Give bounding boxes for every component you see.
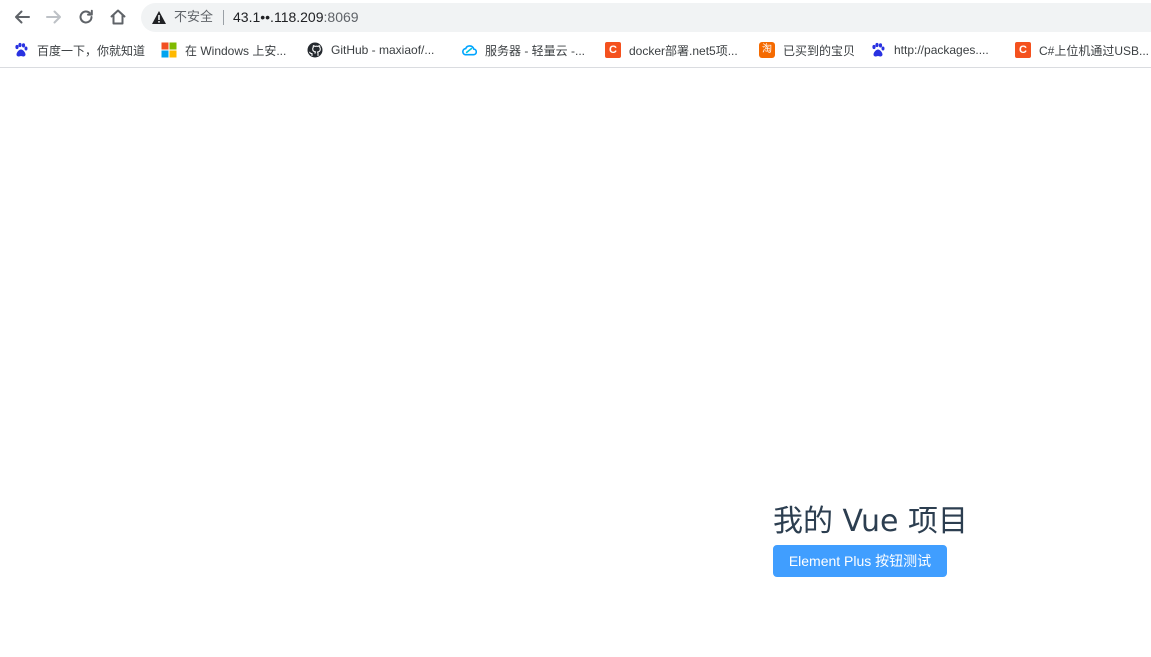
warning-icon[interactable] (151, 10, 167, 29)
bookmark-taobao[interactable]: 淘 已买到的宝贝 (759, 40, 855, 60)
taobao-icon: 淘 (759, 42, 775, 58)
arrow-right-icon (46, 10, 61, 24)
github-icon (307, 42, 323, 58)
bookmark-github[interactable]: GitHub - maxiaof/... (307, 40, 434, 60)
page-content: 我的 Vue 项目 Element Plus 按钮测试 (0, 68, 1151, 657)
address-bar[interactable]: 不安全 43.1••.118.209:8069 (141, 3, 1151, 32)
back-button[interactable] (10, 5, 34, 29)
bookmark-packages[interactable]: http://packages.... (870, 40, 989, 60)
bookmark-label: GitHub - maxiaof/... (331, 43, 435, 57)
reload-button[interactable] (74, 5, 98, 29)
bookmarks-bar: 百度一下，你就知道 在 Windows 上安... GitHub - maxia… (0, 34, 1151, 68)
omnibox-divider (223, 10, 224, 25)
windows-logo-icon (161, 42, 177, 58)
bookmark-label: 在 Windows 上安... (185, 43, 287, 58)
security-status-label[interactable]: 不安全 (174, 9, 213, 26)
page-title: 我的 Vue 项目 (773, 504, 969, 539)
reload-icon (79, 9, 93, 24)
bookmark-csdn-docker[interactable]: C docker部署.net5项... (605, 40, 738, 60)
bookmark-csdn-usb[interactable]: C C#上位机通过USB... (1015, 40, 1149, 60)
url-host: 43.1••.118.209 (233, 9, 324, 25)
bookmark-tencent-cloud[interactable]: 服务器 - 轻量云 -... (461, 40, 585, 60)
bookmark-label: C#上位机通过USB... (1039, 43, 1150, 58)
element-plus-test-button[interactable]: Element Plus 按钮测试 (773, 545, 947, 577)
bookmark-label: 已买到的宝贝 (783, 43, 856, 58)
bookmark-windows[interactable]: 在 Windows 上安... (161, 40, 286, 60)
bookmark-baidu[interactable]: 百度一下，你就知道 (13, 40, 145, 60)
bookmark-label: 服务器 - 轻量云 -... (485, 43, 585, 58)
home-icon (110, 9, 126, 25)
bookmark-label: 百度一下，你就知道 (37, 43, 146, 58)
csdn-c-icon: C (1015, 42, 1031, 58)
bookmark-label: docker部署.net5项... (629, 43, 738, 58)
cloud-icon (461, 42, 477, 58)
browser-toolbar: 不安全 43.1••.118.209:8069 (0, 0, 1151, 34)
bookmark-label: http://packages.... (894, 43, 989, 57)
url-port: :8069 (323, 9, 359, 25)
forward-button[interactable] (42, 5, 66, 29)
csdn-c-icon: C (605, 42, 621, 58)
url-text[interactable]: 43.1••.118.209:8069 (233, 8, 359, 27)
baidu-paw-icon (870, 42, 886, 58)
home-button[interactable] (106, 5, 130, 29)
arrow-left-icon (15, 10, 30, 24)
baidu-paw-icon (13, 42, 29, 58)
